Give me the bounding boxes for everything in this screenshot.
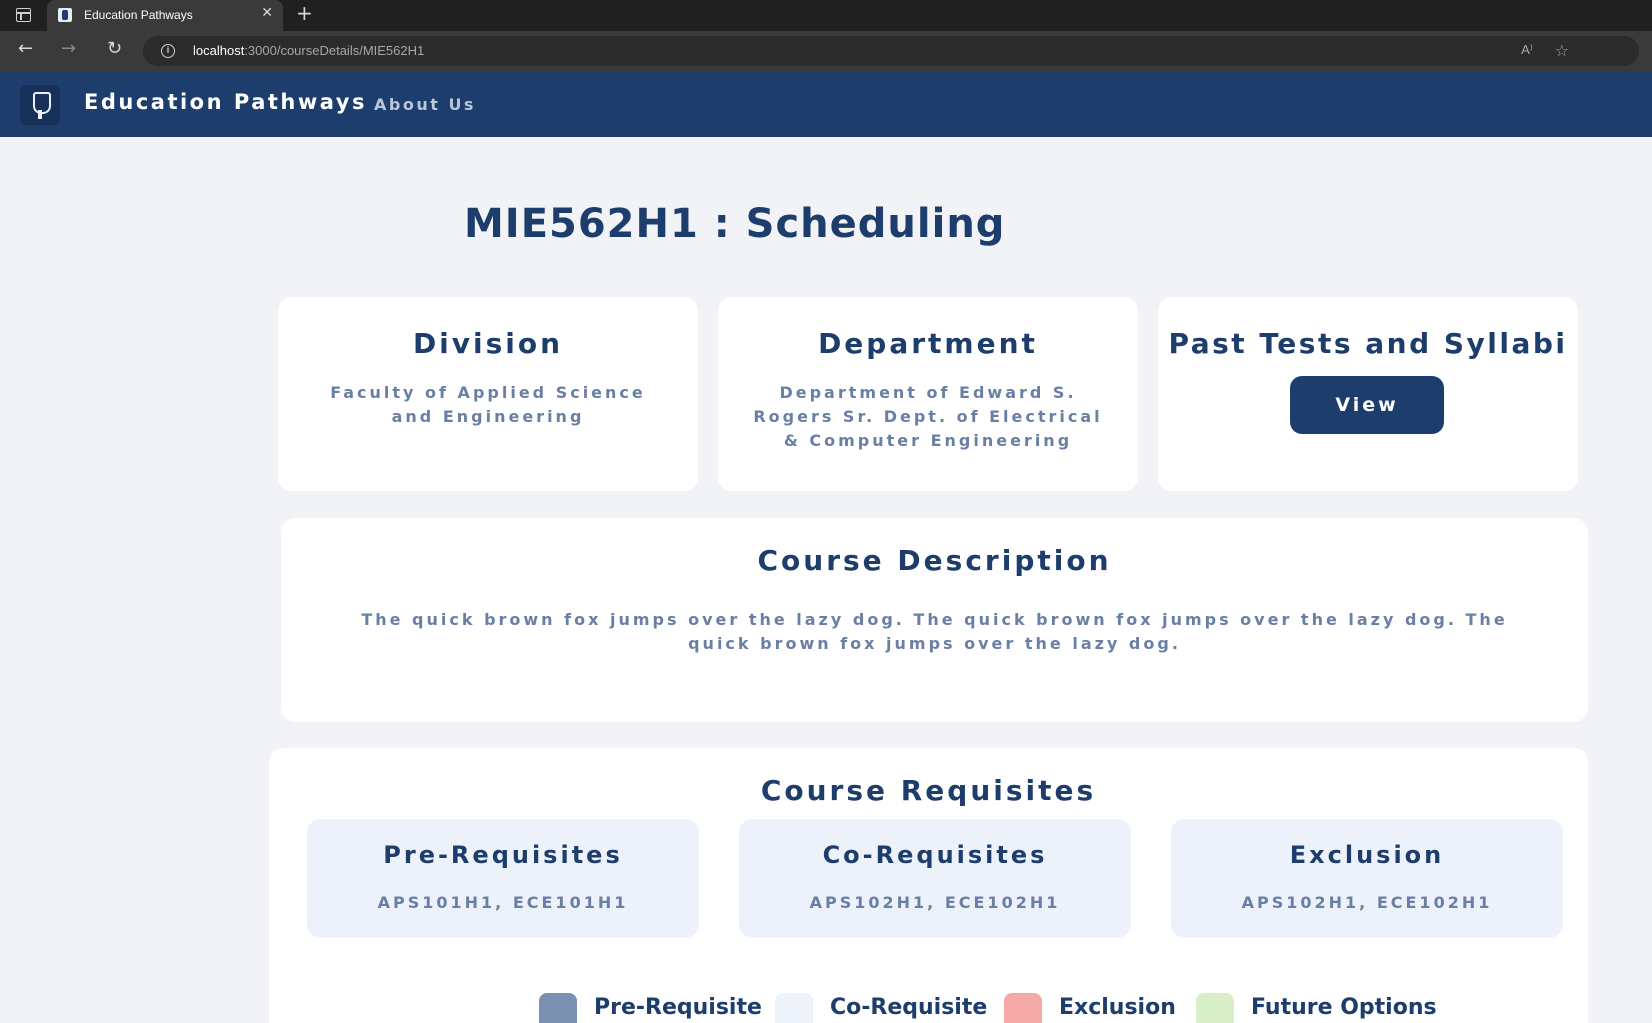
course-title: MIE562H1 : Scheduling [464,201,1006,247]
prerequisites-heading: Pre-Requisites [383,841,623,869]
division-value: Faculty of Applied Science and Engineeri… [330,383,646,426]
browser-tab-bar: Education Pathways ✕ + [0,0,1652,31]
prerequisites-value: APS101H1, ECE101H1 [377,893,629,912]
tab-actions-icon[interactable] [16,8,31,22]
course-description-card: Course Description The quick brown fox j… [281,518,1588,722]
course-description-text: The quick brown fox jumps over the lazy … [361,610,1508,653]
corequisites-heading: Co-Requisites [822,841,1048,869]
app-navbar: Education Pathways About Us [0,71,1652,137]
site-info-icon[interactable]: i [161,44,175,58]
legend-label-prerequisite: Pre-Requisite [594,995,762,1020]
department-value: Department of Edward S. Rogers Sr. Dept.… [753,383,1103,450]
favorite-star-icon[interactable]: ☆ [1555,41,1569,60]
prerequisites-box: Pre-Requisites APS101H1, ECE101H1 [307,819,699,938]
past-tests-card: Past Tests and Syllabi View [1158,297,1578,491]
brand-title[interactable]: Education Pathways [84,90,367,114]
division-card: Division Faculty of Applied Science and … [278,297,698,491]
favicon-icon [58,8,72,22]
legend-label-exclusion: Exclusion [1059,995,1176,1020]
back-arrow-icon[interactable]: ← [18,40,33,58]
browser-toolbar: ← → ↻ i localhost:3000/courseDetails/MIE… [0,31,1652,71]
department-card: Department Department of Edward S. Roger… [718,297,1138,491]
exclusion-box: Exclusion APS102H1, ECE102H1 [1171,819,1563,938]
legend-swatch-corequisite [775,993,813,1023]
department-heading: Department [818,327,1038,360]
new-tab-icon[interactable]: + [296,3,313,23]
reload-icon[interactable]: ↻ [107,40,122,58]
course-requisites-heading: Course Requisites [760,774,1097,807]
url-host: localhost [193,43,245,58]
corequisites-box: Co-Requisites APS102H1, ECE102H1 [739,819,1131,938]
url-field[interactable]: i localhost:3000/courseDetails/MIE562H1 … [143,36,1639,66]
legend-swatch-future-options [1196,993,1234,1023]
forward-arrow-icon[interactable]: → [61,40,76,58]
url-path: :3000/courseDetails/MIE562H1 [244,43,425,58]
browser-tab[interactable]: Education Pathways ✕ [47,0,283,31]
tab-title: Education Pathways [84,8,193,22]
legend-swatch-prerequisite [539,993,577,1023]
about-us-link[interactable]: About Us [374,95,476,114]
division-heading: Division [412,327,564,360]
view-button[interactable]: View [1290,376,1444,434]
course-description-heading: Course Description [757,544,1112,577]
url-text[interactable]: localhost:3000/courseDetails/MIE562H1 [193,43,424,58]
legend-swatch-exclusion [1004,993,1042,1023]
legend-label-future-options: Future Options [1251,995,1437,1020]
course-requisites-card: Course Requisites Pre-Requisites APS101H… [269,748,1588,1023]
exclusion-value: APS102H1, ECE102H1 [1241,893,1493,912]
read-aloud-icon[interactable]: A⁾ [1521,42,1533,58]
past-tests-heading: Past Tests and Syllabi [1168,327,1568,360]
exclusion-heading: Exclusion [1289,841,1445,869]
legend-label-corequisite: Co-Requisite [830,995,988,1020]
corequisites-value: APS102H1, ECE102H1 [809,893,1061,912]
close-tab-icon[interactable]: ✕ [261,6,273,20]
university-logo-icon[interactable] [20,85,60,125]
